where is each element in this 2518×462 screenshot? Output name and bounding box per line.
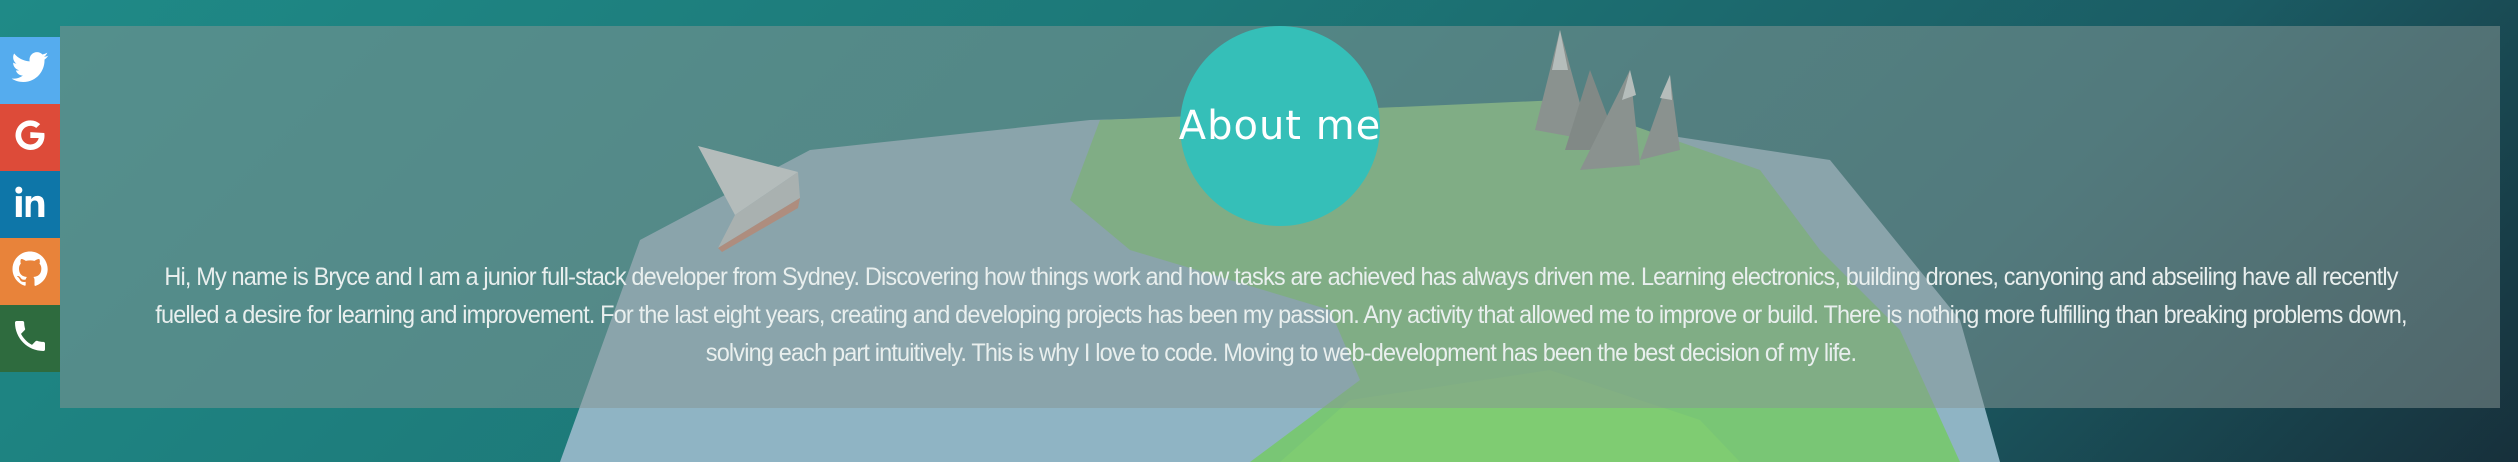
- twitter-icon: [10, 48, 50, 93]
- google-button[interactable]: [0, 104, 60, 171]
- github-icon: [10, 249, 50, 294]
- about-heading-circle: About me: [1178, 26, 1382, 226]
- phone-button[interactable]: [0, 305, 60, 372]
- twitter-button[interactable]: [0, 37, 60, 104]
- linkedin-icon: [10, 182, 50, 227]
- phone-icon: [10, 316, 50, 361]
- github-button[interactable]: [0, 238, 60, 305]
- social-sidebar: [0, 37, 60, 372]
- about-description: Hi, My name is Bryce and I am a junior f…: [155, 263, 2407, 367]
- about-title: About me: [1178, 103, 1382, 149]
- google-icon: [10, 115, 50, 160]
- linkedin-button[interactable]: [0, 171, 60, 238]
